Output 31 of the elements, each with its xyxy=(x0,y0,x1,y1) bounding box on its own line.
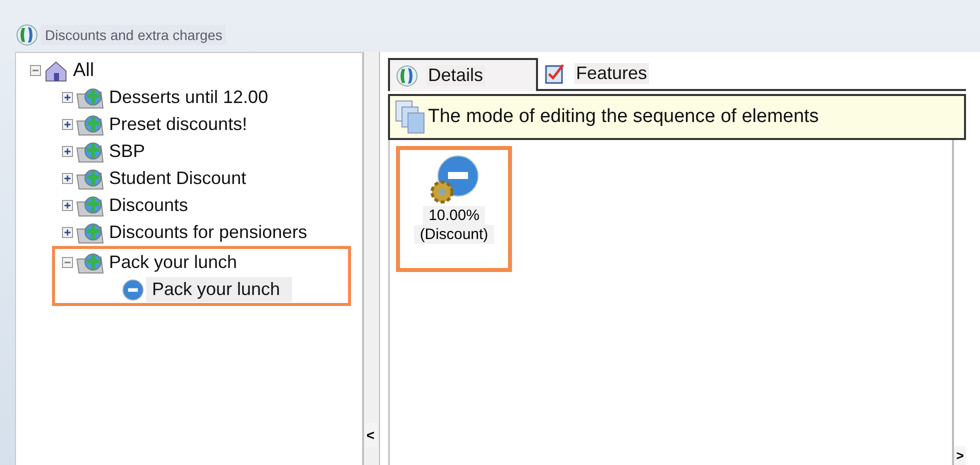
minus-circle-icon xyxy=(122,278,144,300)
tab[interactable]: Features xyxy=(538,58,664,89)
globe-icon xyxy=(396,64,418,86)
folder-globe-icon xyxy=(75,166,105,190)
folder-globe-icon xyxy=(75,220,105,244)
pages-icon xyxy=(394,99,426,135)
checkbox-icon xyxy=(544,62,566,84)
tab[interactable]: Details xyxy=(388,58,538,91)
scroll-right-button[interactable]: > xyxy=(954,446,966,465)
tree-item[interactable]: Student Discount xyxy=(107,168,248,189)
tile-value: 10.00% xyxy=(422,206,486,225)
tree-item[interactable]: Pack your lunch xyxy=(107,252,240,273)
folder-globe-icon xyxy=(75,86,105,110)
tree-item[interactable]: Pack your lunch xyxy=(146,277,292,302)
tile-type: (Discount) xyxy=(414,225,494,244)
folder-globe-icon xyxy=(75,112,105,136)
folder-globe-icon xyxy=(75,250,105,274)
tree-item[interactable]: Preset discounts! xyxy=(107,114,250,135)
folder-globe-icon xyxy=(75,194,105,218)
tree-item[interactable]: Discounts xyxy=(107,195,190,216)
folder-globe-icon xyxy=(75,140,105,164)
house-icon xyxy=(43,58,69,82)
info-text: The mode of editing the sequence of elements xyxy=(428,106,819,128)
tree-item[interactable]: All xyxy=(71,60,96,82)
window-title: Discounts and extra charges xyxy=(41,25,226,45)
tree-item[interactable]: Discounts for pensioners xyxy=(107,222,310,243)
tree-item[interactable]: SBP xyxy=(107,141,148,162)
collapse-button[interactable]: < xyxy=(364,423,377,447)
globe-icon xyxy=(16,24,38,46)
discount-tile[interactable]: 10.00% (Discount) xyxy=(396,146,512,272)
tree-item[interactable]: Desserts until 12.00 xyxy=(107,87,270,108)
